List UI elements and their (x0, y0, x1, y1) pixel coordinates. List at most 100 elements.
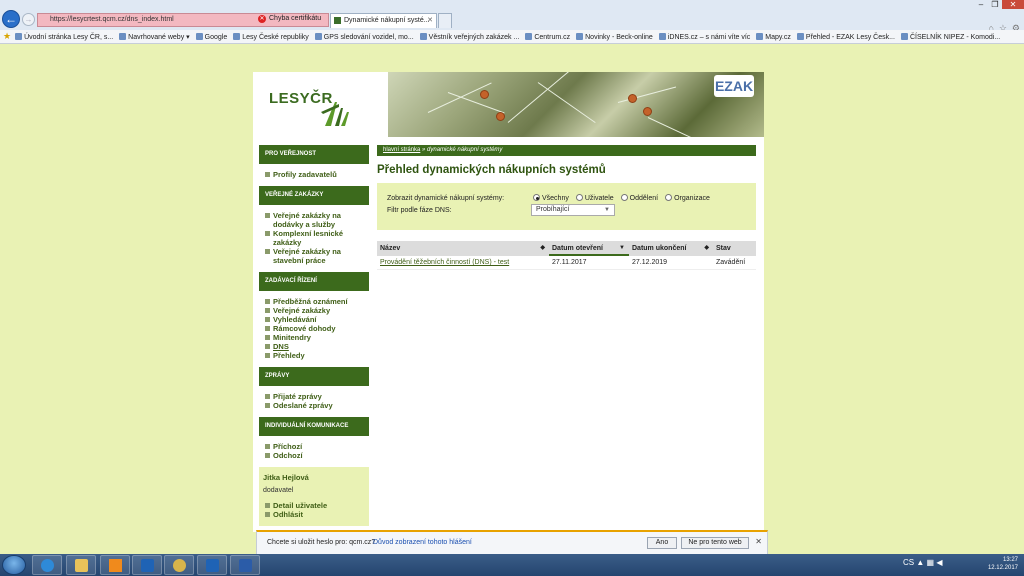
favorite-link[interactable]: Navrhované weby ▾ (119, 31, 190, 43)
taskbar-vlc-button[interactable] (100, 555, 130, 575)
favorite-link[interactable]: iDNES.cz – s námi víte víc (658, 31, 750, 43)
favorite-favicon-icon (900, 33, 908, 40)
save-password-question: Chcete si uložit heslo pro: qcm.cz? (267, 539, 376, 546)
page-title: Přehled dynamických nákupních systémů (377, 164, 606, 176)
favorite-link[interactable]: Úvodní stránka Lesy ČR, s... (15, 31, 113, 43)
favorite-link[interactable]: Lesy České republiky (233, 31, 309, 43)
sidebar-item[interactable]: Vyhledávání (263, 315, 365, 324)
sidebar-item[interactable]: Odchozí (263, 451, 365, 460)
cell-closing-date: 27.12.2019 (632, 259, 668, 266)
clock-date: 12.12.2017 (987, 565, 1018, 571)
sidebar-item[interactable]: DNS (263, 342, 365, 351)
favorite-favicon-icon (314, 33, 322, 40)
taskbar-ie-button[interactable] (32, 555, 62, 575)
scope-radio[interactable]: Oddělení (620, 194, 658, 202)
not-for-this-site-button[interactable]: Ne pro tento web (681, 537, 749, 549)
favorite-label: Centrum.cz (534, 34, 571, 41)
column-header-label: Datum ukončení (632, 245, 687, 252)
radio-button-icon[interactable] (575, 194, 583, 201)
page-container: LESYČR EZAK PRO VEŘEJNOST Profily zadavat… (253, 72, 764, 553)
language-indicator[interactable]: CS (903, 558, 914, 567)
sidebar-section: Přijaté zprávy Odeslané zprávy (259, 386, 369, 417)
back-icon[interactable]: ← (2, 10, 20, 28)
radio-label: Všechny (542, 195, 569, 202)
lesy-cr-logo[interactable]: LESYČR (253, 72, 388, 137)
favorite-link[interactable]: Novinky - Beck-online (576, 31, 653, 43)
column-header-status[interactable]: Stav (713, 241, 756, 256)
column-header-closing-date[interactable]: Datum ukončení ◆ (629, 241, 713, 256)
tray-volume-icon[interactable]: ◀ (936, 558, 942, 567)
taskbar-explorer-button[interactable] (66, 555, 96, 575)
sidebar-item[interactable]: Profily zadavatelů (263, 170, 365, 179)
sidebar-section-title: INDIVIDUÁLNÍ KOMUNIKACE (259, 417, 369, 436)
start-button[interactable] (2, 555, 26, 575)
yes-button[interactable]: Ano (647, 537, 677, 549)
radio-button-icon[interactable] (533, 194, 540, 201)
user-menu-item[interactable]: Odhlásit (263, 510, 365, 519)
favorite-favicon-icon (756, 33, 764, 40)
sidebar-item[interactable]: Veřejné zakázky na dodávky a služby (263, 211, 365, 229)
favorite-link[interactable]: Přehled - EZAK Lesy Česk... (796, 31, 895, 43)
sidebar-section-title: PRO VEŘEJNOST (259, 145, 369, 164)
close-icon[interactable]: ✕ (755, 537, 762, 546)
phase-filter-label: Filtr podle fáze DNS: (387, 207, 452, 214)
why-shown-link[interactable]: Důvod zobrazení tohoto hlášení (373, 539, 472, 546)
sidebar-item[interactable]: Odeslané zprávy (263, 401, 365, 410)
dns-link[interactable]: Provádění těžebních činností (DNS) - tes… (380, 259, 509, 266)
internet-explorer-icon (41, 559, 54, 572)
favorite-link[interactable]: Centrum.cz (525, 31, 571, 43)
favorite-link[interactable]: GPS sledování vozidel, mo... (314, 31, 414, 43)
column-header-opening-date[interactable]: Datum otevření ▼ (549, 241, 629, 256)
favorite-link[interactable]: ČÍSELNÍK NIPEZ - Komodi... (900, 31, 1000, 43)
sort-arrow-icon: ◆ (704, 245, 709, 251)
certificate-error[interactable]: ✕ Chyba certifikátu (258, 13, 329, 27)
favorites-star-icon[interactable]: ★ (3, 31, 11, 41)
forward-icon[interactable]: → (22, 13, 35, 26)
scope-radio[interactable]: Všechny (533, 194, 569, 202)
favorite-link[interactable]: Mapy.cz (756, 31, 791, 43)
sidebar-item[interactable]: Přehledy (263, 351, 365, 360)
user-menu-item[interactable]: Detail uživatele (263, 501, 365, 510)
browser-tab[interactable]: Dynamické nákupní systé... ✕ (330, 13, 437, 28)
phase-select[interactable]: Probíhající ▼ (531, 204, 615, 216)
tab-favicon-icon (334, 17, 341, 24)
taskbar-word-button[interactable] (230, 555, 260, 575)
vlc-cone-icon (109, 559, 122, 572)
sidebar-item[interactable]: Přijaté zprávy (263, 392, 365, 401)
favorite-favicon-icon (233, 33, 241, 40)
user-role: dodavatel (263, 487, 294, 494)
minimize-icon[interactable]: – (974, 0, 988, 9)
sidebar-item[interactable]: Minitendry (263, 333, 365, 342)
close-window-icon[interactable]: ✕ (1002, 0, 1024, 9)
scope-radio[interactable]: Uživatele (575, 194, 614, 202)
sidebar-section-title: VEŘEJNÉ ZAKÁZKY (259, 186, 369, 205)
breadcrumb-home-link[interactable]: hlavní stránka (383, 147, 420, 153)
tab-close-icon[interactable]: ✕ (427, 14, 433, 28)
radio-button-icon[interactable] (620, 194, 628, 201)
taskbar-app-button[interactable] (164, 555, 194, 575)
sidebar-item[interactable]: Veřejné zakázky (263, 306, 365, 315)
taskbar-outlook-button[interactable] (132, 555, 162, 575)
tray-arrow-icon[interactable]: ▲ (916, 558, 924, 567)
address-url: https://lesycrtest.qcm.cz/dns_index.html (50, 16, 174, 23)
favorite-link[interactable]: Google (195, 31, 227, 43)
tab-title: Dynamické nákupní systé... (344, 17, 430, 24)
sidebar-item[interactable]: Předběžná oznámení (263, 297, 365, 306)
taskbar-outlook2-button[interactable] (197, 555, 227, 575)
favorite-favicon-icon (525, 33, 533, 40)
radio-button-icon[interactable] (665, 194, 673, 201)
sidebar-item[interactable]: Veřejné zakázky na stavební práce (263, 247, 365, 265)
favorite-favicon-icon (195, 33, 203, 40)
column-header-name[interactable]: Název ◆ (377, 241, 549, 256)
sidebar-item[interactable]: Rámcové dohody (263, 324, 365, 333)
sidebar-section: Profily zadavatelů (259, 164, 369, 186)
tray-network-icon[interactable]: ▦ (927, 558, 935, 567)
scope-radio[interactable]: Organizace (665, 194, 710, 202)
favorite-link[interactable]: Věstník veřejných zakázek ... (419, 31, 519, 43)
sidebar-item[interactable]: Příchozí (263, 442, 365, 451)
browser-chrome: – ❐ ✕ ← → https://lesycrtest.qcm.cz/dns_in… (0, 0, 1024, 44)
maximize-icon[interactable]: ❐ (988, 0, 1002, 9)
sidebar-item[interactable]: Komplexní lesnické zakázky (263, 229, 365, 247)
clock[interactable]: 13:27 12.12.2017 (988, 556, 1018, 572)
new-tab-button[interactable] (438, 13, 452, 28)
